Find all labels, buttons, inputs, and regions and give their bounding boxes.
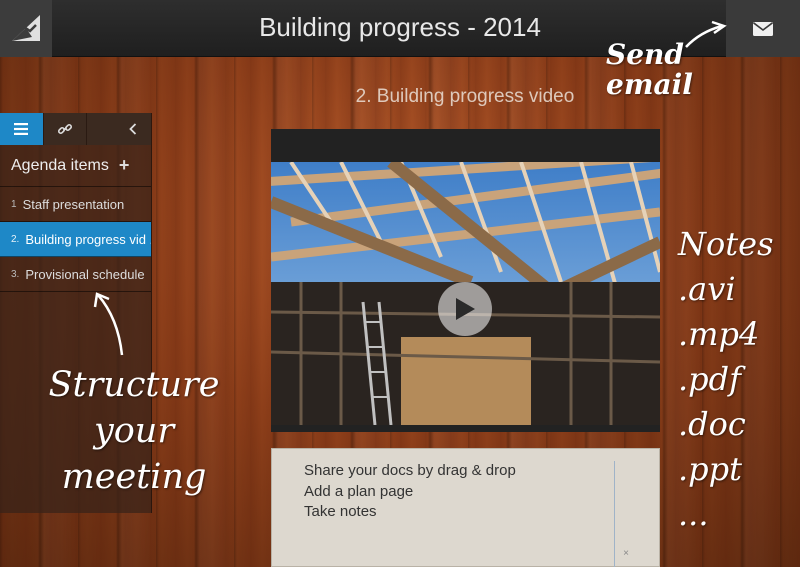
annotation-line: .avi xyxy=(678,270,736,308)
annotation-line: Send xyxy=(606,38,684,71)
annotation-line: .pdf xyxy=(678,360,741,398)
annotation-line: .doc xyxy=(678,405,746,443)
send-email-annotation: Send email xyxy=(606,40,736,100)
annotation-line: email xyxy=(606,68,693,101)
annotation-line: ... xyxy=(678,495,709,533)
annotation-line: your xyxy=(93,411,175,451)
annotation-line: .mp4 xyxy=(678,315,760,353)
annotation-line: .ppt xyxy=(678,450,742,488)
annotation-line: meeting xyxy=(61,457,207,497)
structure-arrow xyxy=(97,294,124,356)
notes-formats-annotation: Notes .avi .mp4 .pdf .doc .ppt ... xyxy=(678,222,773,537)
annotation-line: Notes xyxy=(678,225,774,263)
structure-annotation: Structure your meeting xyxy=(34,362,234,500)
annotation-line: Structure xyxy=(48,365,220,405)
